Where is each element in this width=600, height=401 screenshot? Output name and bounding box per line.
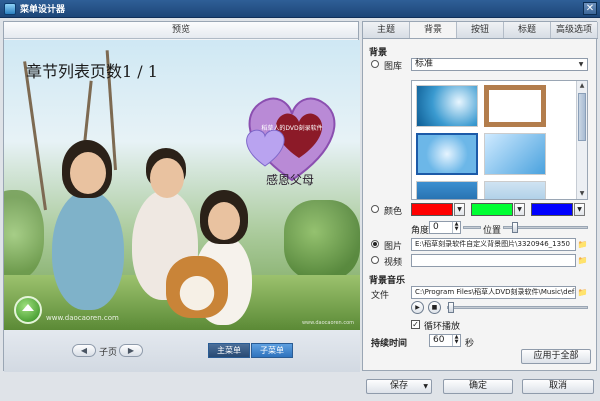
tree-trunk xyxy=(23,61,47,211)
music-file-label: 文件 xyxy=(371,291,390,301)
dog-figure xyxy=(166,256,228,318)
picture-radio[interactable] xyxy=(371,240,379,248)
color-radio[interactable] xyxy=(371,205,379,213)
background-section-title: 背景 xyxy=(369,48,388,58)
color-swatch-2[interactable] xyxy=(471,203,513,216)
gallery-thumbnail-selected[interactable] xyxy=(416,133,478,175)
background-tree-left xyxy=(4,190,44,280)
chevron-down-icon[interactable]: ▼ xyxy=(423,380,428,393)
music-section-title: 背景音乐 xyxy=(369,276,406,286)
picture-path-field[interactable]: E:\稻草刻录软件自定义背景图片\3320946_1350 xyxy=(411,238,576,251)
gallery-thumbnail[interactable] xyxy=(416,181,478,199)
library-radio[interactable] xyxy=(371,60,379,68)
save-label: 保存 xyxy=(389,381,408,391)
preview-canvas: 章节列表页数1 / 1 稻草人的DVD刻录软件 感恩父母 www.daocaor… xyxy=(4,40,360,330)
angle-value: 0 xyxy=(433,222,439,232)
close-icon[interactable]: ✕ xyxy=(583,2,597,15)
save-button[interactable]: 保存 ▼ xyxy=(366,379,432,394)
duration-value: 60 xyxy=(433,335,445,345)
position-slider[interactable] xyxy=(503,222,588,233)
duration-spinbox[interactable]: 60 ▲ ▼ xyxy=(429,334,461,347)
library-dropdown[interactable]: 标准 ▼ xyxy=(411,58,588,71)
spin-arrows-icon[interactable]: ▲ ▼ xyxy=(452,335,460,346)
chevron-down-icon[interactable]: ▼ xyxy=(454,203,465,216)
color-swatch-3[interactable] xyxy=(531,203,573,216)
tab-advanced[interactable]: 高级选项 xyxy=(551,22,598,38)
background-gallery: ▲ ▼ xyxy=(411,80,588,200)
position-label: 位置 xyxy=(483,226,502,236)
angle-spinbox[interactable]: 0 ▲ ▼ xyxy=(429,221,461,234)
picture-label: 图片 xyxy=(384,242,403,252)
chevron-down-icon[interactable]: ▼ xyxy=(514,203,525,216)
mother-figure xyxy=(52,190,124,310)
father-face xyxy=(150,158,184,198)
daughter-face xyxy=(208,202,240,240)
duration-unit: 秒 xyxy=(465,339,475,349)
gallery-thumbnail[interactable] xyxy=(416,85,478,127)
color-label: 颜色 xyxy=(384,207,403,217)
app-icon xyxy=(4,2,16,15)
window-title: 菜单设计器 xyxy=(20,5,66,15)
gallery-thumbnail[interactable] xyxy=(484,133,546,175)
loop-checkbox[interactable]: ✓ xyxy=(411,320,420,329)
folder-icon[interactable]: 📁 xyxy=(577,238,588,251)
video-radio[interactable] xyxy=(371,256,379,264)
chevron-down-icon[interactable]: ▼ xyxy=(574,203,585,216)
library-label: 图库 xyxy=(384,62,403,72)
hearts-label[interactable]: 感恩父母 xyxy=(266,171,314,188)
spin-arrows-icon[interactable]: ▲ ▼ xyxy=(452,222,460,233)
apply-all-button[interactable]: 应用于全部 xyxy=(521,349,591,364)
duration-label: 持续时间 xyxy=(371,339,408,349)
main-menu-button[interactable]: 主菜单 xyxy=(208,343,250,358)
music-path-field[interactable]: C:\Program Files\稻草人DVD刻录软件\Music\defa xyxy=(411,286,576,299)
home-button[interactable] xyxy=(14,296,42,324)
preview-pane: 预览 章节列表页数1 / 1 稻草人的DVD刻录软件 感恩父母 www.daoc… xyxy=(3,21,360,372)
position-slider-knob[interactable] xyxy=(512,222,518,233)
cancel-button[interactable]: 取消 xyxy=(522,379,594,394)
chevron-down-icon: ▼ xyxy=(578,61,584,68)
color-swatch-1[interactable] xyxy=(411,203,453,216)
settings-pane: 主题 背景 按钮 标题 高级选项 背景 图库 标准 ▼ ▲ ▼ 颜色 ▼ ▼ ▼… xyxy=(362,21,598,371)
music-progress-knob[interactable] xyxy=(448,302,454,313)
mother-face xyxy=(70,152,106,194)
background-tree-right xyxy=(284,200,360,280)
loop-label: 循环播放 xyxy=(424,322,461,332)
next-page-button[interactable]: ▶ xyxy=(119,344,143,357)
bottom-bar: 保存 ▼ 确定 取消 xyxy=(0,374,600,401)
tab-title[interactable]: 标题 xyxy=(504,22,551,38)
gallery-scrollbar[interactable]: ▲ ▼ xyxy=(576,81,587,199)
tab-buttons[interactable]: 按钮 xyxy=(457,22,504,38)
video-label: 视频 xyxy=(384,258,403,268)
subpage-label: 子页 xyxy=(99,348,118,358)
preview-header: 预览 xyxy=(4,22,358,39)
gallery-thumbnail[interactable] xyxy=(484,85,546,127)
ok-button[interactable]: 确定 xyxy=(443,379,513,394)
settings-tabs: 主题 背景 按钮 标题 高级选项 xyxy=(363,22,598,39)
hearts-inner-caption: 稻草人的DVD刻录软件 xyxy=(261,124,322,132)
scroll-down-icon[interactable]: ▼ xyxy=(577,189,587,199)
gallery-thumbnail[interactable] xyxy=(484,181,546,199)
scroll-up-icon[interactable]: ▲ xyxy=(577,81,587,91)
music-progress-slider[interactable] xyxy=(447,302,588,313)
website-text: www.daocaoren.com xyxy=(46,314,119,322)
folder-icon[interactable]: 📁 xyxy=(577,286,588,299)
library-dropdown-value: 标准 xyxy=(415,59,434,69)
angle-slider[interactable] xyxy=(463,226,481,229)
video-path-field[interactable] xyxy=(411,254,576,267)
scrollbar-thumb[interactable] xyxy=(578,93,586,141)
page-title[interactable]: 章节列表页数1 / 1 xyxy=(26,58,158,82)
tab-theme[interactable]: 主题 xyxy=(363,22,410,38)
prev-page-button[interactable]: ◀ xyxy=(72,344,96,357)
preview-footer: ◀ 子页 ▶ 主菜单 子菜单 xyxy=(4,330,360,372)
folder-icon[interactable]: 📁 xyxy=(577,254,588,267)
watermark-text: www.daocaoren.com xyxy=(301,320,354,326)
angle-label: 角度 xyxy=(411,226,430,236)
stop-icon[interactable]: ■ xyxy=(428,301,441,314)
window-titlebar: 菜单设计器 ✕ xyxy=(0,0,600,18)
play-icon[interactable]: ▶ xyxy=(411,301,424,314)
tab-background[interactable]: 背景 xyxy=(410,22,457,38)
sub-menu-button[interactable]: 子菜单 xyxy=(251,343,293,358)
